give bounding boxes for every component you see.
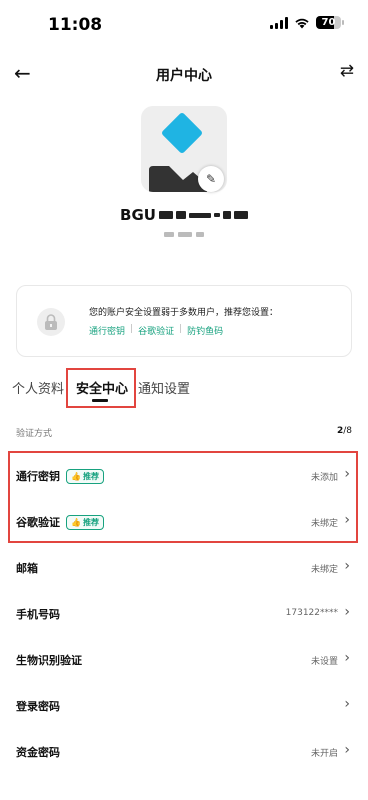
row-status: 未开启 [310, 749, 338, 759]
redacted-block [213, 213, 220, 217]
verification-count: 2/8 [336, 426, 352, 436]
redacted-block [222, 211, 231, 219]
link-passkey[interactable]: 通行密钥 [89, 324, 125, 337]
swap-icon[interactable]: ⇄ [340, 61, 354, 81]
row-status: 173122**** [285, 608, 338, 618]
username-prefix: BGU [120, 206, 156, 224]
chevron-right-icon: › [344, 696, 350, 712]
redacted-block [158, 211, 173, 219]
security-tip-text: 您的账户安全设置弱于多数用户，推荐您设置： [89, 308, 279, 318]
tab-bar: 个人资料 安全中心 通知设置 [0, 372, 368, 410]
nav-bar: ← 用户中心 ⇄ [0, 58, 368, 90]
row-label: 生物识别验证 [16, 654, 82, 667]
row-biometric[interactable]: 生物识别验证 未设置 › [0, 638, 368, 682]
row-fund-password[interactable]: 资金密码 未开启 › [0, 730, 368, 774]
security-tip-card: 您的账户安全设置弱于多数用户，推荐您设置： 通行密钥 | 谷歌验证 | 防钓鱼码 [16, 285, 352, 357]
redacted-block [233, 211, 248, 219]
signal-icon [270, 16, 288, 29]
tab-profile[interactable]: 个人资料 [12, 378, 64, 397]
page-title: 用户中心 [156, 68, 212, 84]
row-label: 邮箱 [16, 562, 38, 575]
chevron-right-icon: › [344, 742, 350, 758]
highlight-box [66, 368, 136, 408]
row-status: 未绑定 [310, 565, 338, 575]
redacted-block [175, 211, 186, 219]
row-email[interactable]: 邮箱 未绑定 › [0, 546, 368, 590]
lock-icon [37, 308, 65, 336]
chevron-right-icon: › [344, 604, 350, 620]
status-icons: 70 [270, 16, 344, 29]
tab-notifications[interactable]: 通知设置 [138, 378, 190, 397]
pencil-icon[interactable]: ✎ [198, 166, 224, 192]
verification-title: 验证方式 [16, 429, 53, 439]
row-login-password[interactable]: 登录密码 › [0, 684, 368, 728]
row-label: 资金密码 [16, 746, 60, 759]
battery-icon: 70 [316, 16, 344, 29]
security-tip-links: 通行密钥 | 谷歌验证 | 防钓鱼码 [89, 324, 223, 337]
row-label: 登录密码 [16, 700, 60, 713]
highlight-box [8, 451, 358, 543]
username: BGU [0, 206, 368, 224]
status-bar: 11:08 70 [0, 0, 368, 52]
chevron-right-icon: › [344, 558, 350, 574]
link-anti-phishing[interactable]: 防钓鱼码 [187, 324, 223, 337]
redacted-block [188, 212, 211, 218]
row-status: 未设置 [310, 657, 338, 667]
row-phone[interactable]: 手机号码 173122**** › [0, 592, 368, 636]
status-time: 11:08 [48, 15, 103, 35]
wifi-icon [295, 18, 309, 28]
chevron-right-icon: › [344, 650, 350, 666]
user-id [0, 232, 368, 237]
battery-level: 70 [321, 17, 336, 28]
diamond-logo [160, 111, 204, 155]
verification-header: 验证方式 2/8 [16, 426, 352, 439]
link-separator: | [130, 324, 134, 334]
row-label: 手机号码 [16, 608, 60, 621]
link-separator: | [179, 324, 183, 334]
link-google-auth[interactable]: 谷歌验证 [138, 324, 174, 337]
